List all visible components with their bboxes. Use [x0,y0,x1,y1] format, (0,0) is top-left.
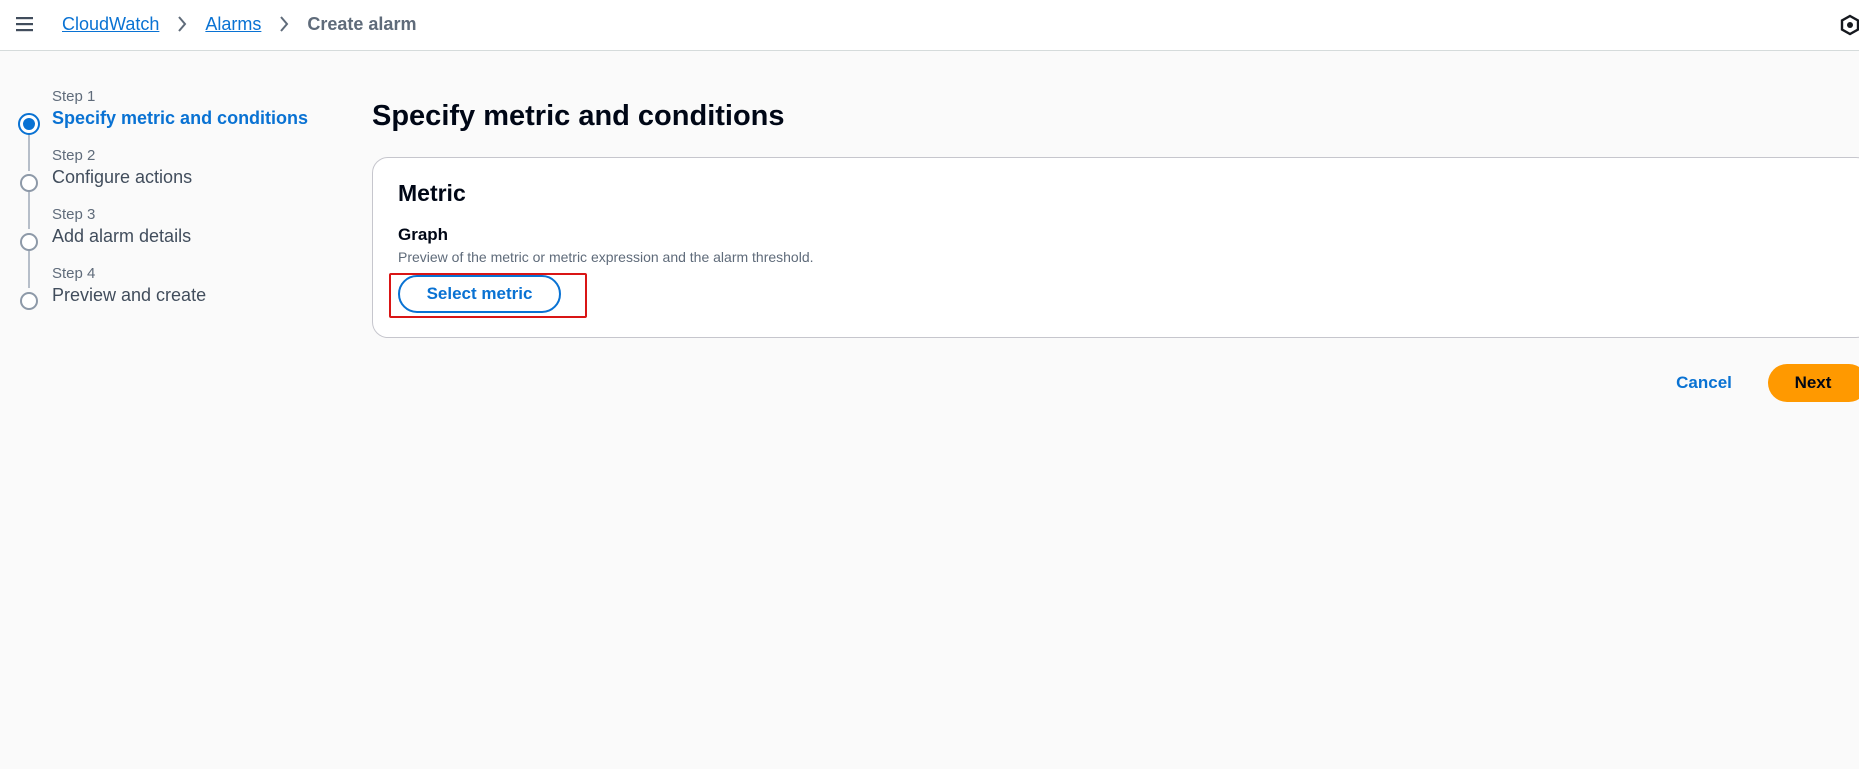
graph-description: Preview of the metric or metric expressi… [398,249,814,265]
step-label: Step 4 [52,265,96,282]
step-inactive-indicator-icon [20,292,38,310]
breadcrumb-alarms-link[interactable]: Alarms [205,14,261,35]
graph-label: Graph [398,225,449,244]
step-label: Step 1 [52,88,96,105]
cancel-button[interactable]: Cancel [1668,368,1740,398]
step-label: Step 2 [52,147,96,164]
breadcrumb-cloudwatch-link[interactable]: CloudWatch [62,14,159,35]
chevron-right-icon [177,16,187,32]
settings-icon[interactable] [1839,14,1859,36]
step-active-indicator-icon [18,113,40,135]
select-metric-button[interactable]: Select metric [398,275,561,313]
step-label: Step 3 [52,206,96,223]
chevron-right-icon [279,16,289,32]
breadcrumb: CloudWatch Alarms Create alarm [62,12,416,36]
step-title-add-alarm-details: Add alarm details [52,226,192,246]
step-title-preview-and-create: Preview and create [52,285,207,305]
metric-panel: Metric Graph Preview of the metric or me… [372,157,1859,338]
breadcrumb-current: Create alarm [307,13,417,34]
step-title-specify-metric[interactable]: Specify metric and conditions [52,108,308,129]
step-inactive-indicator-icon [20,174,38,192]
page-title: Specify metric and conditions [372,100,785,132]
next-button[interactable]: Next [1768,364,1859,402]
step-inactive-indicator-icon [20,233,38,251]
top-navigation-bar: CloudWatch Alarms Create alarm [0,0,1859,51]
metric-panel-title: Metric [398,180,466,206]
step-title-configure-actions: Configure actions [52,167,193,187]
hamburger-menu-icon[interactable] [14,14,36,34]
